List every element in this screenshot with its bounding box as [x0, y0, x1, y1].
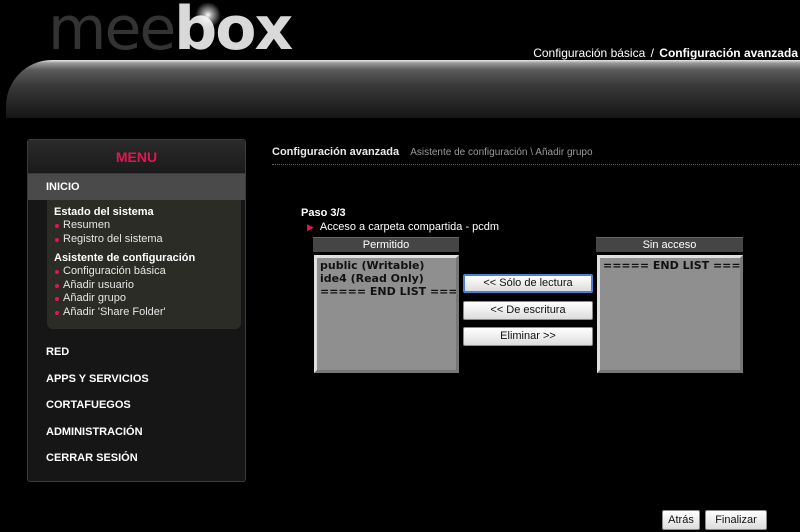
finish-button[interactable]: Finalizar — [705, 510, 767, 530]
divider — [272, 164, 800, 165]
share-label: ▶ Acceso a carpeta compartida - pcdm — [307, 221, 499, 233]
menu-item-administration[interactable]: ADMINISTRACIÓN — [28, 419, 245, 446]
remove-button[interactable]: Eliminar >> — [463, 327, 593, 346]
nav-advanced-config[interactable]: Configuración avanzada — [659, 46, 798, 60]
list-item[interactable]: public (Writable) — [320, 259, 453, 272]
no-access-header: Sin acceso — [596, 237, 743, 252]
permitted-header: Permitido — [313, 237, 459, 252]
inicio-submenu: Estado del sistema Resumen Registro del … — [47, 200, 241, 329]
submenu-item-add-share-folder[interactable]: Añadir 'Share Folder' — [54, 306, 235, 320]
submenu-item-add-group[interactable]: Añadir grupo — [54, 292, 235, 306]
logo-sparkle — [195, 2, 221, 28]
list-item[interactable]: ===== END LIST ===== — [603, 259, 740, 272]
read-only-button[interactable]: << Sólo de lectura — [463, 274, 593, 293]
menu-item-logout[interactable]: CERRAR SESIÓN — [28, 445, 245, 472]
menu-item-red[interactable]: RED — [28, 339, 245, 366]
submenu-item-summary[interactable]: Resumen — [54, 219, 235, 233]
permitted-listbox[interactable]: public (Writable) ide4 (Read Only) =====… — [314, 255, 459, 373]
back-button[interactable]: Atrás — [662, 510, 700, 530]
menu-item-inicio[interactable]: INICIO — [28, 174, 245, 200]
list-item[interactable]: ide4 (Read Only) — [320, 272, 453, 285]
header: meebox Configuración básica / Configurac… — [0, 0, 800, 118]
meebox-logo: meebox — [48, 0, 293, 64]
header-bar — [6, 60, 800, 118]
step-indicator: Paso 3/3 — [301, 207, 346, 219]
breadcrumb-path: Asistente de configuración \ Añadir grup… — [410, 147, 593, 158]
header-nav: Configuración básica / Configuración ava… — [533, 46, 798, 60]
list-item[interactable]: ===== END LIST ===== — [320, 285, 456, 298]
menu-item-firewall[interactable]: CORTAFUEGOS — [28, 392, 245, 419]
submenu-item-basic-config[interactable]: Configuración básica — [54, 265, 235, 279]
breadcrumb: Configuración avanzada Asistente de conf… — [272, 146, 593, 158]
menu-title: MENU — [28, 140, 245, 174]
submenu-heading-system-status: Estado del sistema — [54, 206, 154, 218]
menu-item-apps-services[interactable]: APPS Y SERVICIOS — [28, 366, 245, 393]
arrow-right-icon: ▶ — [307, 222, 314, 232]
write-button[interactable]: << De escritura — [463, 301, 593, 320]
nav-basic-config[interactable]: Configuración básica — [533, 46, 645, 60]
submenu-heading-config-wizard: Asistente de configuración — [54, 252, 196, 264]
nav-separator: / — [650, 46, 654, 60]
submenu-item-add-user[interactable]: Añadir usuario — [54, 279, 235, 293]
submenu-item-system-log[interactable]: Registro del sistema — [54, 233, 235, 247]
share-label-text: Acceso a carpeta compartida - pcdm — [319, 221, 500, 233]
breadcrumb-current: Configuración avanzada — [272, 146, 400, 158]
sidebar-menu: MENU INICIO Estado del sistema Resumen R… — [27, 139, 246, 482]
no-access-listbox[interactable]: ===== END LIST ===== — [597, 255, 743, 373]
